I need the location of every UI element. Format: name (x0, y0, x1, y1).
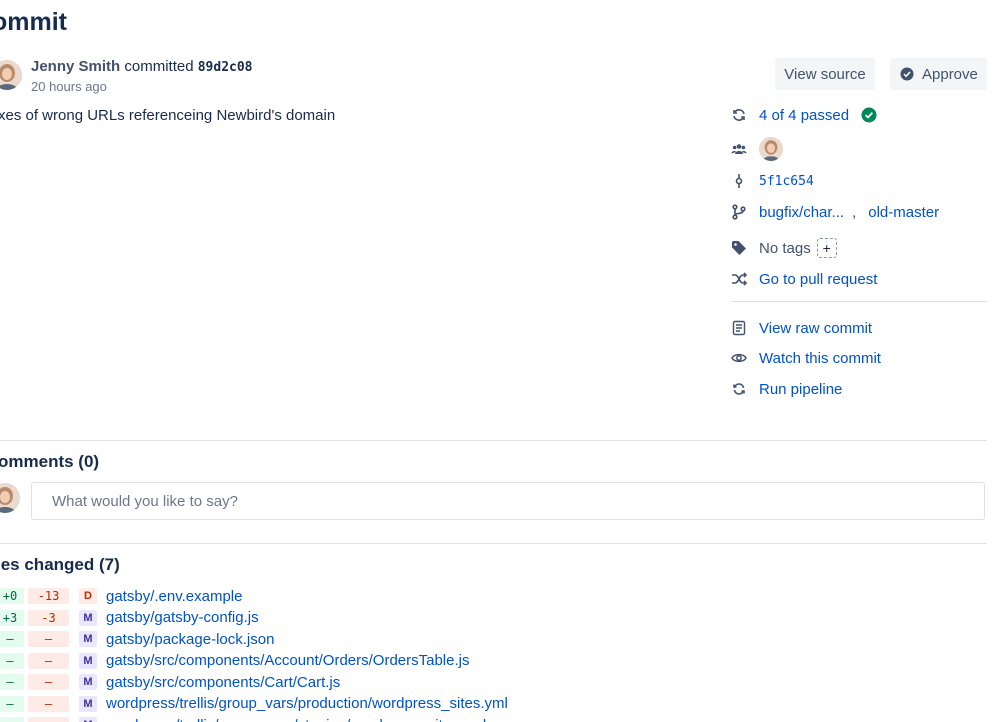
lines-removed: — (28, 631, 69, 647)
commit-page: ommit Jenny Smith committed 89d2c08 20 h… (0, 0, 999, 722)
tag-icon (731, 240, 747, 256)
reviewer-avatar[interactable] (759, 137, 783, 161)
lines-added: +3 (0, 609, 24, 626)
commit-node-icon (731, 173, 747, 189)
view-source-button[interactable]: View source (775, 58, 875, 90)
lines-added: — (0, 717, 24, 722)
file-status-badge: D (79, 588, 97, 604)
author-avatar[interactable] (0, 60, 22, 90)
run-pipeline-link[interactable]: Run pipeline (759, 381, 842, 398)
file-status-badge: M (79, 695, 97, 712)
shuffle-icon (731, 271, 747, 287)
pull-request-row: Go to pull request (731, 268, 877, 290)
reviewers-row (731, 137, 783, 161)
file-path-link[interactable]: gatsby/gatsby-config.js (106, 609, 259, 626)
refresh-icon (731, 107, 747, 123)
run-pipeline-row: Run pipeline (731, 378, 842, 400)
approve-label: Approve (922, 65, 978, 83)
file-row: — — Mgatsby/package-lock.json (0, 630, 274, 648)
builds-link[interactable]: 4 of 4 passed (759, 107, 849, 124)
page-title: ommit (0, 8, 67, 36)
watch-row: Watch this commit (731, 347, 881, 369)
builds-row: 4 of 4 passed (731, 104, 877, 126)
lines-removed: — (28, 695, 69, 712)
comments-title: omments (0) (0, 452, 100, 471)
file-row: +0 -13 Dgatsby/.env.example (0, 587, 242, 605)
lines-added: — (0, 674, 24, 690)
branch-link-2[interactable]: old-master (868, 204, 939, 221)
view-raw-row: View raw commit (731, 317, 872, 339)
branches-row: bugfix/char... , old-master (731, 201, 939, 223)
file-path-link[interactable]: gatsby/package-lock.json (106, 631, 274, 648)
file-status-badge: M (79, 717, 97, 722)
files-divider (0, 543, 987, 544)
approve-button[interactable]: Approve (890, 58, 987, 90)
author-line: Jenny Smith committed 89d2c08 (31, 58, 253, 75)
file-status-badge: M (79, 652, 97, 669)
files-changed-title: les changed (7) (0, 555, 120, 574)
commit-message: xes of wrong URLs referenceing Newbird's… (0, 107, 336, 124)
file-row: — — Mwordpress/trellis/group_vars/staging/… (0, 716, 486, 722)
view-source-label: View source (784, 65, 866, 83)
lines-removed: — (28, 652, 69, 669)
lines-removed: -3 (28, 609, 69, 626)
file-status-badge: M (79, 674, 97, 690)
file-status-badge: M (79, 609, 97, 626)
lines-removed: — (28, 674, 69, 690)
parent-hash-link[interactable]: 5f1c654 (759, 174, 814, 189)
add-tag-button[interactable]: + (816, 238, 837, 258)
branch-link-1[interactable]: bugfix/char... (759, 204, 844, 221)
lines-added: — (0, 695, 24, 712)
file-path-link[interactable]: gatsby/src/components/Account/Orders/Ord… (106, 652, 470, 669)
approve-check-icon (900, 67, 914, 81)
commit-hash: 89d2c08 (197, 60, 253, 75)
sidebar-divider (731, 301, 987, 302)
comment-input[interactable] (31, 482, 985, 520)
comments-divider (0, 440, 987, 441)
tags-label: No tags (759, 239, 811, 257)
file-row: — — Mgatsby/src/components/Account/Orders/… (0, 652, 470, 670)
lines-added: — (0, 631, 24, 647)
author-name[interactable]: Jenny Smith (31, 58, 120, 75)
watch-commit-link[interactable]: Watch this commit (759, 350, 881, 367)
pull-request-link[interactable]: Go to pull request (759, 271, 877, 288)
commit-time: 20 hours ago (31, 79, 107, 94)
check-circle-icon (861, 107, 877, 123)
view-raw-commit-link[interactable]: View raw commit (759, 320, 872, 337)
author-verb: committed (124, 58, 194, 75)
file-path-link[interactable]: gatsby/.env.example (106, 588, 242, 605)
file-path-link[interactable]: wordpress/trellis/group_vars/production/… (106, 695, 508, 712)
file-path-link[interactable]: wordpress/trellis/group_vars/staging/wor… (106, 717, 486, 722)
lines-added: +0 (0, 588, 24, 604)
file-row: — — Mgatsby/src/components/Cart/Cart.js (0, 673, 340, 691)
parent-row: 5f1c654 (731, 170, 814, 192)
document-icon (731, 320, 747, 336)
tags-row: No tags + (731, 237, 837, 259)
commenter-avatar (0, 483, 20, 513)
lines-added: — (0, 652, 24, 669)
file-status-badge: M (79, 631, 97, 647)
branch-separator: , (852, 203, 857, 221)
people-group-icon (731, 141, 747, 157)
file-row: — — Mwordpress/trellis/group_vars/producti… (0, 695, 508, 713)
branch-icon (731, 204, 747, 220)
pipeline-refresh-icon (731, 381, 747, 397)
lines-removed: -13 (28, 588, 69, 604)
eye-icon (731, 350, 747, 366)
file-row: +3 -3 Mgatsby/gatsby-config.js (0, 609, 259, 627)
file-path-link[interactable]: gatsby/src/components/Cart/Cart.js (106, 674, 340, 691)
lines-removed: — (28, 717, 69, 722)
